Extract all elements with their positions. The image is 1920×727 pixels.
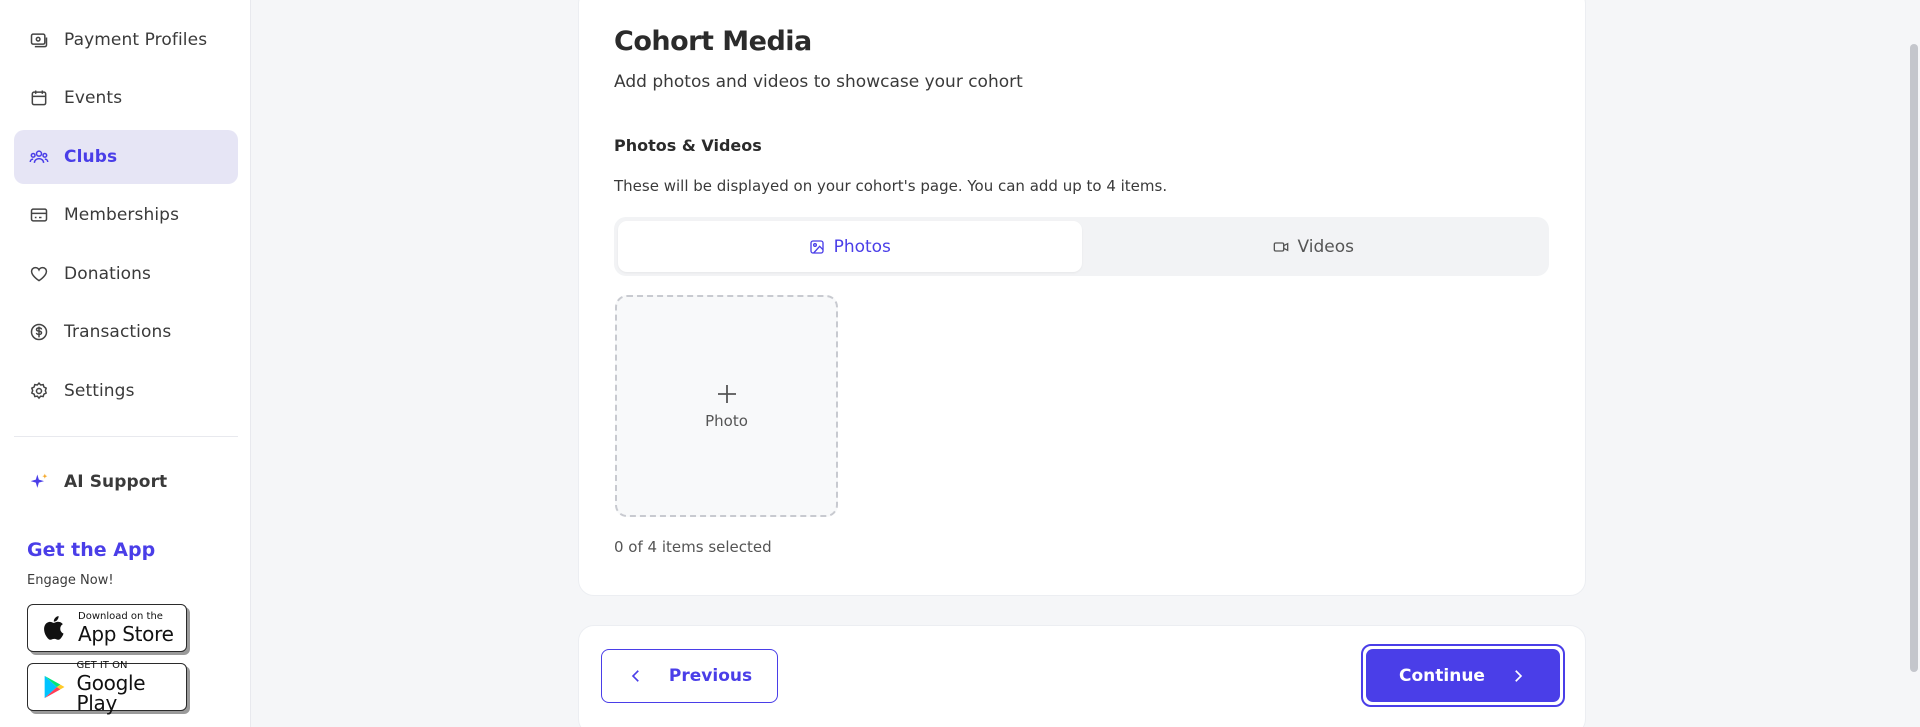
section-title: Photos & Videos [614, 136, 762, 155]
media-tabs: Photos Videos [614, 217, 1549, 276]
users-icon [28, 146, 50, 168]
continue-focus-ring: Continue [1361, 644, 1565, 707]
sidebar-item-memberships[interactable]: Memberships [14, 188, 238, 242]
sidebar-item-clubs[interactable]: Clubs [14, 130, 238, 184]
video-icon [1273, 239, 1289, 255]
sidebar-item-label: Memberships [64, 205, 180, 225]
sidebar-item-label: Settings [64, 381, 135, 401]
card-icon [28, 204, 50, 226]
sidebar-item-label: Events [64, 88, 123, 108]
sidebar-divider [14, 436, 238, 437]
sidebar-item-label: Transactions [64, 322, 172, 342]
page-scrollbar[interactable] [1908, 0, 1920, 727]
chevron-right-icon [1509, 667, 1527, 685]
sidebar-item-settings[interactable]: Settings [14, 364, 238, 418]
previous-button[interactable]: Previous [601, 649, 778, 703]
google-play-icon [40, 672, 69, 702]
google-play-big: Google Play [76, 671, 146, 715]
tab-label: Videos [1297, 236, 1355, 257]
sidebar-item-payment-profiles[interactable]: Payment Profiles [14, 13, 238, 67]
sidebar-item-label: Payment Profiles [64, 30, 208, 50]
previous-label: Previous [668, 666, 753, 686]
apple-icon [40, 613, 70, 643]
payment-profile-icon [28, 29, 50, 51]
sidebar-item-label: Donations [64, 264, 152, 284]
tab-videos[interactable]: Videos [1082, 221, 1546, 272]
continue-label: Continue [1399, 665, 1485, 686]
sparkle-icon [28, 471, 50, 493]
google-play-badge[interactable]: GET IT ON Google Play [27, 660, 187, 715]
page-subtitle: Add photos and videos to showcase your c… [614, 72, 1023, 92]
google-play-small: GET IT ON [76, 660, 128, 671]
tab-label: Photos [833, 236, 891, 257]
app-store-small: Download on the [78, 611, 163, 622]
sidebar-item-donations[interactable]: Donations [14, 247, 238, 301]
items-counter: 0 of 4 items selected [614, 538, 772, 556]
ai-support-label: AI Support [64, 472, 168, 492]
engage-text: Engage Now! [27, 573, 114, 588]
dollar-circle-icon [28, 321, 50, 343]
get-app-heading: Get the App [27, 539, 156, 561]
plus-icon [715, 382, 739, 406]
section-description: These will be displayed on your cohort's… [614, 177, 1168, 195]
tab-photos[interactable]: Photos [618, 221, 1082, 272]
add-photo-dropzone[interactable]: Photo [615, 295, 838, 517]
calendar-icon [28, 87, 50, 109]
sidebar-item-transactions[interactable]: Transactions [14, 305, 238, 359]
ai-support-link[interactable]: AI Support [14, 455, 238, 509]
dropzone-label: Photo [705, 412, 748, 430]
chevron-left-icon [627, 667, 645, 685]
continue-button[interactable]: Continue [1366, 649, 1560, 702]
sidebar-item-label: Clubs [64, 147, 118, 167]
app-store-badge[interactable]: Download on the App Store [27, 604, 187, 652]
scrollbar-thumb[interactable] [1910, 44, 1918, 672]
sidebar: Payment Profiles Events Clubs Membership… [0, 0, 251, 727]
heart-icon [28, 263, 50, 285]
sidebar-item-events[interactable]: Events [14, 71, 238, 125]
app-store-big: App Store [78, 622, 174, 646]
image-icon [809, 239, 825, 255]
page-title: Cohort Media [614, 26, 812, 57]
gear-icon [28, 380, 50, 402]
